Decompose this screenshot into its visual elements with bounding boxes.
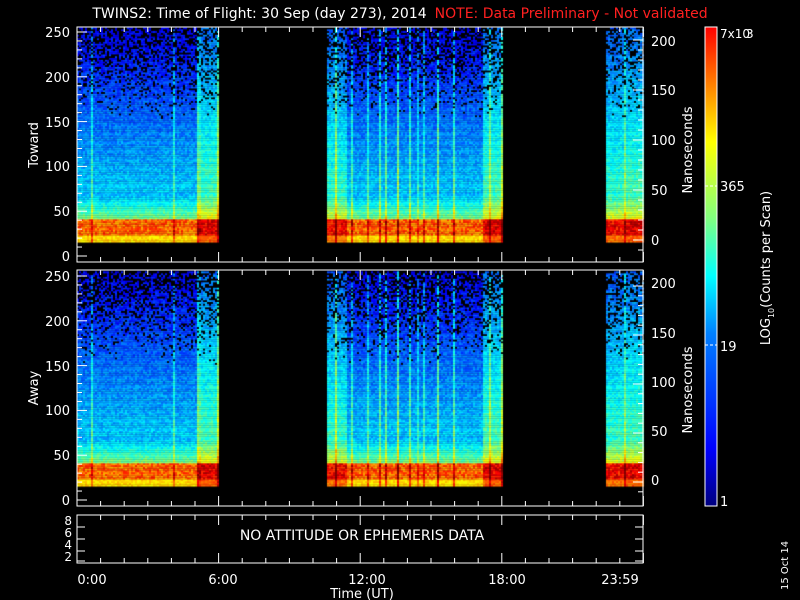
toward-y2tick: 50: [651, 184, 668, 199]
toward-ytick: 50: [53, 205, 70, 220]
toward-ytick: 0: [62, 250, 70, 265]
xtick-label: 23:59: [601, 573, 638, 588]
toward-ytick: 150: [45, 116, 70, 131]
attitude-ytick: 4: [64, 538, 72, 552]
xtick-label: 12:00: [348, 573, 385, 588]
colorbar-label: LOG10(Counts per Scan): [759, 191, 776, 345]
away-ylabel: Away: [27, 370, 42, 405]
away-y2tick: 100: [651, 376, 676, 391]
away-ytick: 100: [45, 404, 70, 419]
toward-y2tick: 100: [651, 134, 676, 149]
colorbar-min-label: 1: [720, 495, 728, 510]
colorbar-max-exp: 3: [746, 27, 754, 41]
date-stamp: 15 Oct 14: [780, 541, 791, 590]
no-attitude-message: NO ATTITUDE OR EPHEMERIS DATA: [240, 528, 485, 544]
title-text: TWINS2: Time of Flight: 30 Sep (day 273)…: [92, 6, 427, 22]
attitude-ytick: 8: [64, 514, 72, 528]
xtick-label: 6:00: [208, 573, 237, 588]
toward-ytick: 250: [45, 26, 70, 41]
away-ytick: 200: [45, 315, 70, 330]
away-ytick: 50: [53, 449, 70, 464]
away-ytick: 0: [62, 494, 70, 509]
colorbar-tick-label: 365: [720, 180, 745, 195]
toward-y2tick: 200: [651, 35, 676, 50]
chart-axes: 0 50 100 150 200 250 0 50 100 150 200 25…: [27, 26, 791, 600]
away-y2tick: 150: [651, 327, 676, 342]
away-panel-frame: [76, 269, 644, 507]
preliminary-note: NOTE: Data Preliminary - Not validated: [434, 6, 708, 22]
toward-y2tick: 0: [651, 234, 659, 249]
xtick-label: 18:00: [488, 573, 525, 588]
chart-title: TWINS2: Time of Flight: 30 Sep (day 273)…: [0, 6, 800, 22]
toward-ytick: 100: [45, 160, 70, 175]
toward-y2label: Nanoseconds: [681, 106, 696, 193]
away-y2tick: 50: [651, 425, 668, 440]
toward-y2tick: 150: [651, 84, 676, 99]
colorbar: [704, 26, 718, 507]
colorbar-tick-label: 19: [720, 340, 737, 355]
away-y2label: Nanoseconds: [681, 346, 696, 433]
attitude-ytick: 6: [64, 526, 72, 540]
xtick-label: 0:00: [77, 573, 106, 588]
away-y2tick: 0: [651, 474, 659, 489]
away-ytick: 250: [45, 270, 70, 285]
toward-ylabel: Toward: [27, 122, 42, 169]
away-y2tick: 200: [651, 277, 676, 292]
away-ytick: 150: [45, 360, 70, 375]
attitude-ytick: 2: [64, 550, 72, 564]
toward-panel-frame: [76, 26, 644, 263]
xaxis-label: Time (UT): [329, 587, 394, 600]
toward-ytick: 200: [45, 71, 70, 86]
